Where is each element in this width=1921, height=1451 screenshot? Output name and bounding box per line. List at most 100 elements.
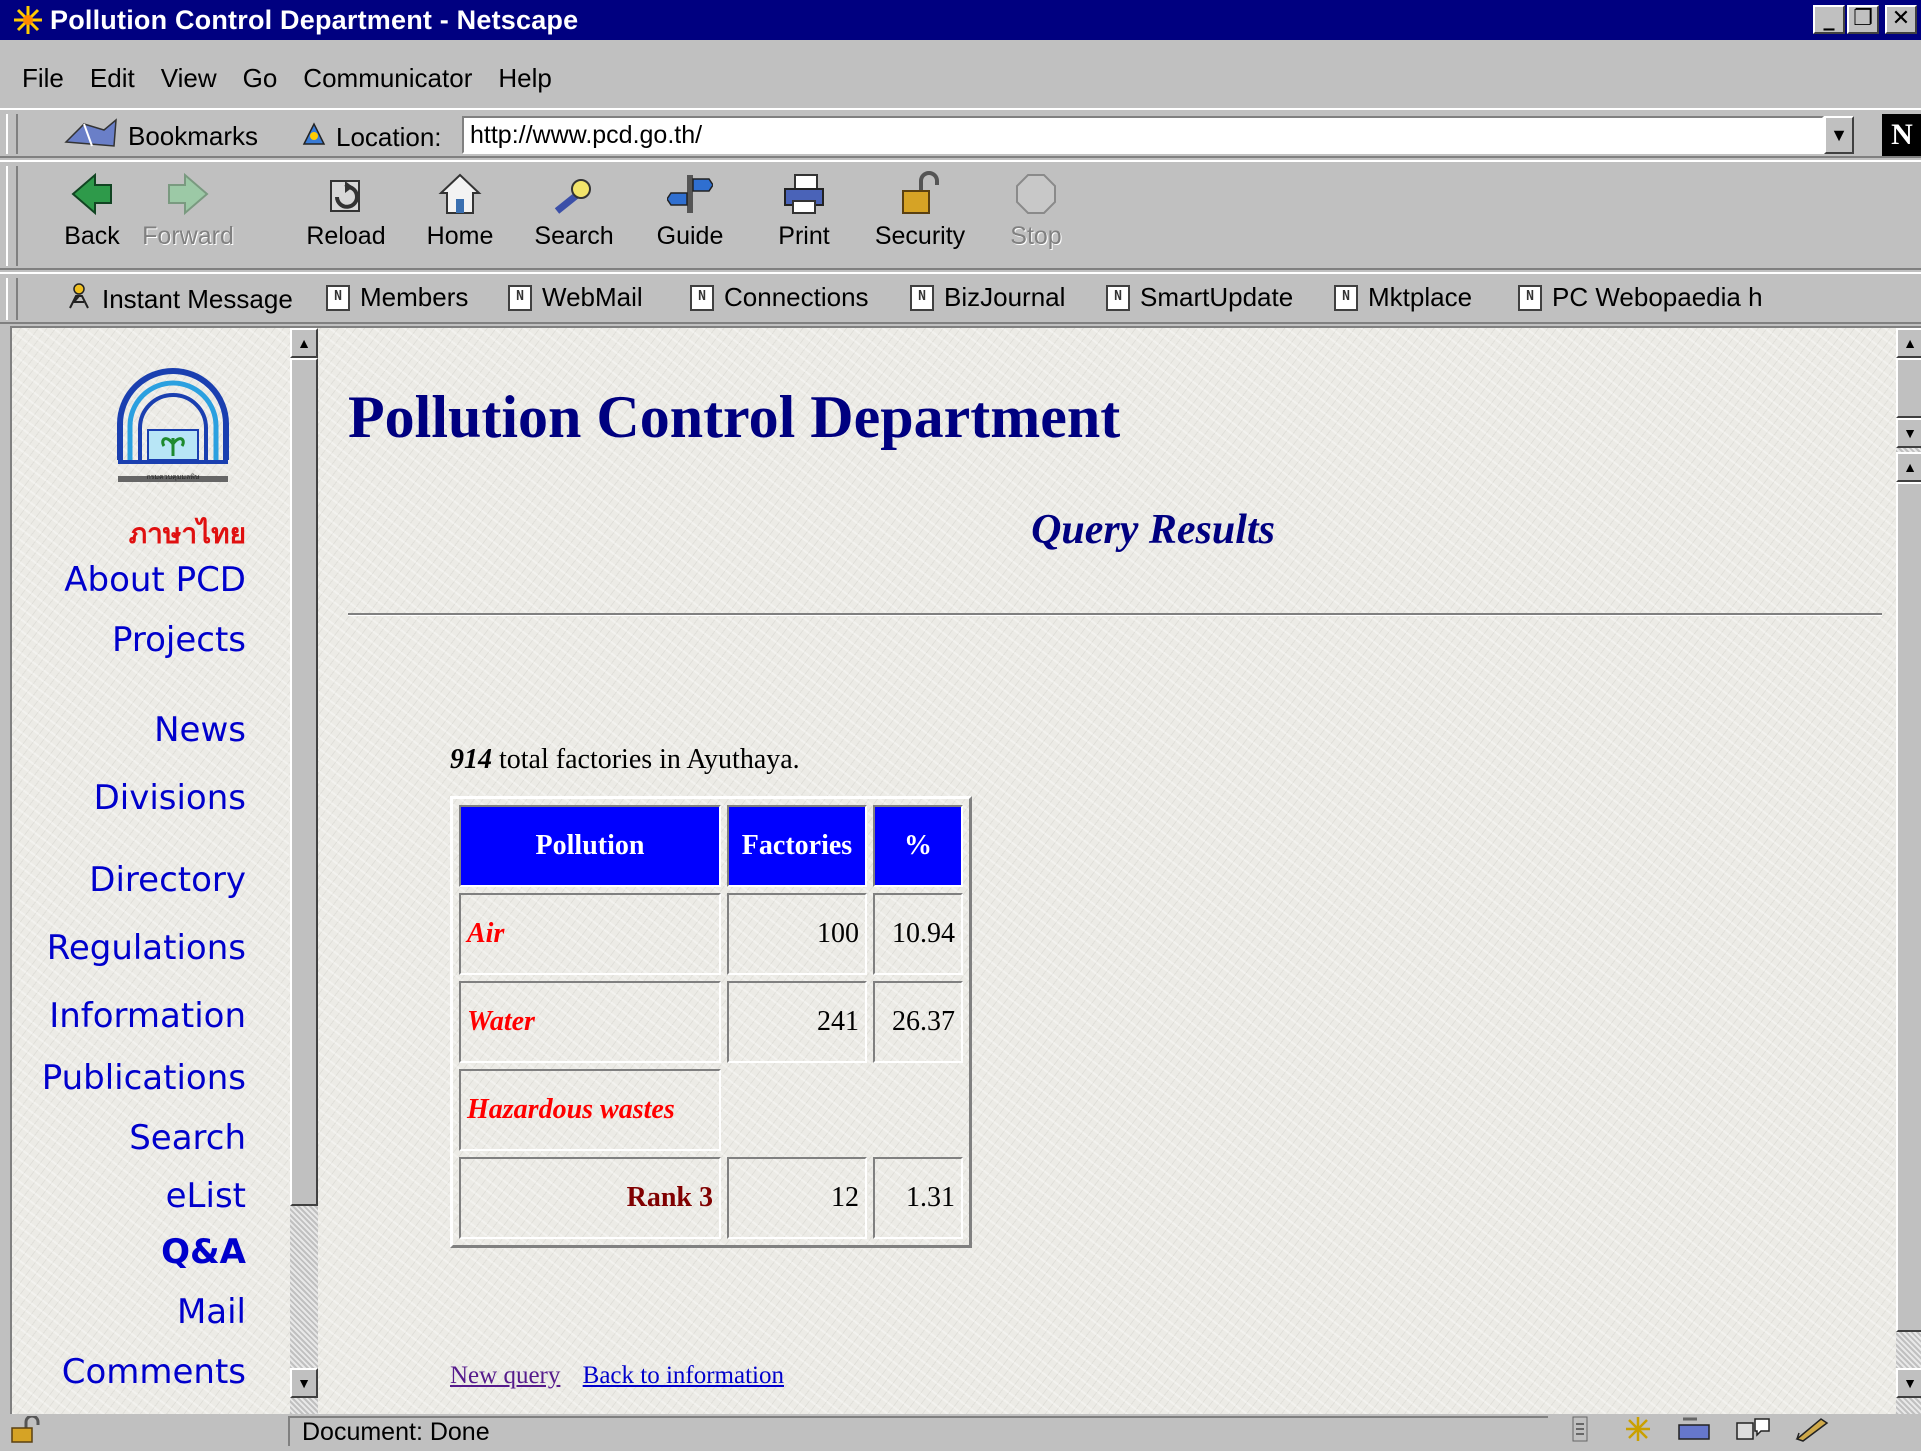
bookmarks-icon — [64, 116, 120, 157]
total-count: 914 — [450, 744, 492, 775]
scroll-up-button[interactable]: ▲ — [1896, 328, 1921, 358]
row-percent: 1.31 — [873, 1157, 963, 1239]
scroll-down-button[interactable]: ▼ — [1896, 418, 1921, 448]
title-bar: Pollution Control Department - Netscape … — [0, 0, 1921, 40]
left-nav-frame: กรมควบคุมมลพิษ ภาษาไทย About PCD Project… — [12, 328, 290, 1414]
sidebar-link-publications[interactable]: Publications — [42, 1058, 246, 1098]
status-bar: Document: Done — [0, 1414, 1921, 1446]
menu-view[interactable]: View — [161, 63, 217, 94]
toolbar-grip[interactable] — [6, 278, 18, 320]
forward-button[interactable]: Forward — [138, 166, 238, 251]
back-button[interactable]: Back — [42, 166, 142, 251]
scroll-up-button[interactable]: ▲ — [1896, 452, 1921, 482]
row-rank-label: Rank 3 — [459, 1157, 721, 1239]
security-button[interactable]: Security — [870, 166, 970, 251]
scroll-down-button[interactable]: ▼ — [290, 1368, 318, 1398]
personal-item-connections[interactable]: N Connections — [690, 282, 869, 313]
bookmark-icon: N — [910, 284, 934, 311]
bookmarks-button[interactable]: Bookmarks — [64, 116, 258, 157]
bookmark-icon: N — [1334, 284, 1358, 311]
scroll-up-button[interactable]: ▲ — [290, 328, 318, 358]
navigation-toolbar: Back Forward Reload Home Search Guide Pr… — [0, 160, 1921, 270]
row-percent: 10.94 — [873, 893, 963, 975]
row-percent: 26.37 — [873, 981, 963, 1063]
personal-item-bizjournal[interactable]: N BizJournal — [910, 282, 1065, 313]
personal-item-members[interactable]: N Members — [326, 282, 468, 313]
composer-icon[interactable] — [1790, 1414, 1834, 1444]
toolbar-grip[interactable] — [6, 166, 18, 266]
sidebar-link-search[interactable]: Search — [129, 1118, 246, 1158]
search-icon — [549, 166, 599, 222]
minimize-button[interactable]: _ — [1813, 5, 1845, 34]
search-button[interactable]: Search — [524, 166, 624, 251]
left-frame-scrollbar[interactable]: ▲ ▼ — [290, 328, 318, 1414]
discussion-groups-icon[interactable] — [1732, 1414, 1776, 1444]
guide-icon — [665, 166, 715, 222]
scroll-thumb[interactable] — [290, 358, 318, 1206]
location-label: Location: — [336, 122, 442, 152]
netscape-app-icon — [10, 2, 46, 38]
personal-item-smartupdate[interactable]: N SmartUpdate — [1106, 282, 1293, 313]
table-row: Water 241 26.37 — [459, 981, 963, 1063]
row-factories — [727, 1069, 867, 1151]
url-dropdown-button[interactable]: ▼ — [1824, 116, 1854, 154]
print-button[interactable]: Print — [754, 166, 854, 251]
sidebar-link-regulations[interactable]: Regulations — [47, 928, 246, 968]
back-to-information-link[interactable]: Back to information — [583, 1362, 784, 1389]
mail-icon[interactable] — [1674, 1414, 1718, 1444]
scroll-thumb[interactable] — [1896, 358, 1921, 418]
personal-item-instant-message[interactable]: Instant Message — [66, 282, 293, 317]
sidebar-link-about[interactable]: About PCD — [64, 560, 246, 600]
page-title: Pollution Control Department — [348, 384, 1121, 450]
reload-icon — [321, 166, 371, 222]
table-row: Hazardous wastes — [459, 1069, 963, 1151]
table-row: Rank 3 12 1.31 — [459, 1157, 963, 1239]
scroll-down-button[interactable]: ▼ — [1896, 1368, 1921, 1398]
bookmark-icon: N — [1106, 284, 1130, 311]
total-factories-line: 914 total factories in Ayuthaya. — [450, 744, 800, 776]
new-query-link[interactable]: New query — [450, 1362, 560, 1389]
row-factories: 12 — [727, 1157, 867, 1239]
sidebar-link-mail[interactable]: Mail — [177, 1292, 246, 1332]
security-status-icon[interactable] — [8, 1414, 48, 1444]
stop-icon — [1011, 166, 1061, 222]
pcd-logo[interactable]: กรมควบคุมมลพิษ — [108, 364, 238, 494]
content-area: กรมควบคุมมลพิษ ภาษาไทย About PCD Project… — [10, 326, 1921, 1414]
menu-help[interactable]: Help — [498, 63, 551, 94]
menu-file[interactable]: File — [22, 63, 64, 94]
thai-language-link[interactable]: ภาษาไทย — [129, 512, 246, 556]
sidebar-link-projects[interactable]: Projects — [112, 620, 246, 660]
sidebar-link-news[interactable]: News — [154, 710, 246, 750]
close-button[interactable]: ✕ — [1885, 5, 1917, 34]
url-input[interactable]: http://www.pcd.go.th/ — [462, 116, 1824, 154]
bookmarks-label: Bookmarks — [128, 121, 259, 151]
stop-button[interactable]: Stop — [986, 166, 1086, 251]
row-factories: 241 — [727, 981, 867, 1063]
maximize-button[interactable]: ❐ — [1847, 5, 1879, 34]
sidebar-link-qa[interactable]: Q&A — [161, 1232, 246, 1272]
sidebar-link-elist[interactable]: eList — [166, 1176, 246, 1216]
reload-button[interactable]: Reload — [296, 166, 396, 251]
column-header-factories: Factories — [727, 805, 867, 887]
personal-item-pc-webopaedia[interactable]: N PC Webopaedia h — [1518, 282, 1763, 313]
menu-communicator[interactable]: Communicator — [303, 63, 472, 94]
personal-toolbar: Instant Message N Members N WebMail N Co… — [0, 272, 1921, 324]
main-frame-scrollbar[interactable]: ▲ ▼ ▲ ▼ — [1896, 328, 1921, 1414]
home-button[interactable]: Home — [410, 166, 510, 251]
guide-button[interactable]: Guide — [640, 166, 740, 251]
location-toolbar: Bookmarks Location: http://www.pcd.go.th… — [0, 108, 1921, 158]
sidebar-link-divisions[interactable]: Divisions — [94, 778, 246, 818]
personal-item-mktplace[interactable]: N Mktplace — [1334, 282, 1472, 313]
row-pollution-type: Water — [459, 981, 721, 1063]
netscape-logo[interactable]: N — [1882, 114, 1921, 156]
navigator-icon[interactable] — [1616, 1414, 1660, 1444]
scroll-thumb[interactable] — [1896, 482, 1921, 1332]
menu-go[interactable]: Go — [243, 63, 278, 94]
sidebar-link-information[interactable]: Information — [49, 996, 246, 1036]
toolbar-grip[interactable] — [6, 114, 18, 154]
menu-edit[interactable]: Edit — [90, 63, 135, 94]
sidebar-link-directory[interactable]: Directory — [89, 860, 246, 900]
menu-bar: File Edit View Go Communicator Help — [0, 58, 1921, 98]
sidebar-link-comments[interactable]: Comments — [62, 1352, 246, 1392]
personal-item-webmail[interactable]: N WebMail — [508, 282, 643, 313]
